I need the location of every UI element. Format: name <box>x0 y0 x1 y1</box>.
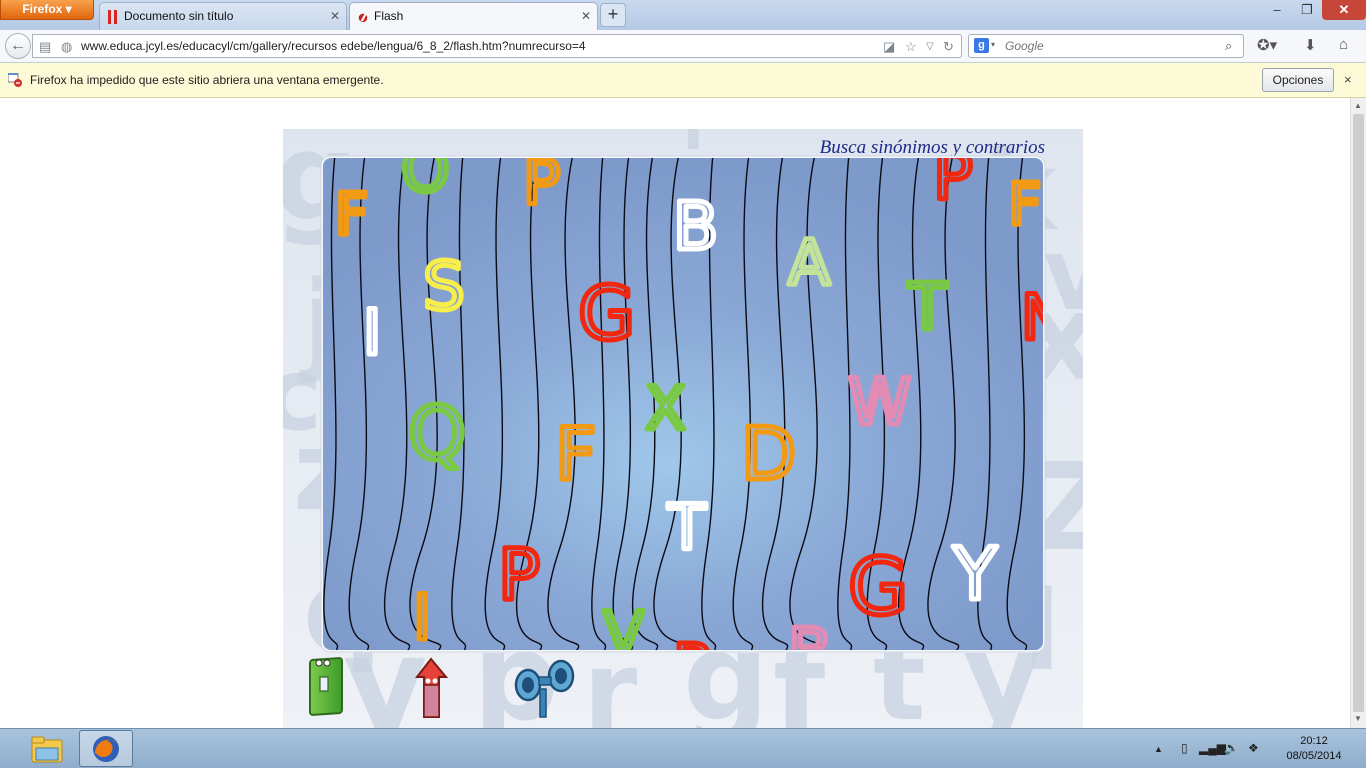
firefox-menu-label: Firefox <box>22 2 63 16</box>
flash-icon <box>358 13 368 23</box>
battery-icon[interactable]: ▯ <box>1181 741 1188 755</box>
globe-icon: ◍ <box>61 39 73 54</box>
bookmarks-menu-icon[interactable]: ✪▾ <box>1257 36 1277 54</box>
exit-door-button[interactable] <box>309 657 343 716</box>
game-letter[interactable]: A <box>786 224 833 302</box>
page-content: gjkxzZyprgftyqlcvi Busca sinónimos y con… <box>0 98 1350 728</box>
taskbar-explorer-button[interactable] <box>20 730 74 767</box>
game-letter[interactable]: Y <box>950 530 1001 619</box>
tab-documento[interactable]: Documento sin título ✕ <box>99 2 347 30</box>
door-icon <box>309 657 343 716</box>
url-bar[interactable]: ▤ ◍ www.educa.jcyl.es/educacyl/cm/galler… <box>32 34 962 58</box>
game-letter[interactable]: W <box>846 364 914 443</box>
game-letter[interactable]: X <box>643 372 689 447</box>
url-text[interactable]: www.educa.jcyl.es/educacyl/cm/gallery/re… <box>81 39 586 53</box>
search-bar[interactable]: g ▾ ⌕ <box>968 34 1244 58</box>
tab-label: Documento sin título <box>124 9 234 23</box>
google-icon[interactable]: g <box>974 38 989 53</box>
scroll-thumb[interactable] <box>1353 114 1364 712</box>
minimize-button[interactable]: – <box>1262 0 1292 20</box>
navigation-toolbar: ▤ ◍ www.educa.jcyl.es/educacyl/cm/galler… <box>0 30 1366 63</box>
clock-time: 20:12 <box>1300 735 1328 747</box>
game-letter[interactable]: D <box>739 410 799 499</box>
pdf-icon <box>108 10 117 24</box>
home-icon[interactable]: ⌂ <box>1339 36 1348 53</box>
options-button[interactable]: Opciones <box>1262 68 1334 92</box>
close-window-button[interactable]: ✕ <box>1322 0 1366 20</box>
search-icon[interactable]: ⌕ <box>1225 38 1232 54</box>
clock-date: 08/05/2014 <box>1286 750 1342 762</box>
notification-text: Firefox ha impedido que este sitio abrie… <box>30 73 384 87</box>
firefox-menu-button[interactable]: Firefox ▾ <box>0 0 94 20</box>
notification-close-icon[interactable]: × <box>1344 72 1352 87</box>
volume-icon[interactable]: 🔈 <box>1224 741 1239 755</box>
reader-icon[interactable]: ◪ <box>883 39 895 55</box>
page-list-icon[interactable]: ▤ <box>39 39 51 55</box>
game-letter[interactable]: I <box>361 294 384 372</box>
game-letter[interactable]: T <box>665 489 710 567</box>
network-icon[interactable]: ▂▄▆ <box>1199 741 1226 755</box>
download-icon[interactable]: ⬇ <box>1304 36 1317 54</box>
game-letter[interactable]: G <box>846 541 911 636</box>
game-letter[interactable]: F <box>553 410 599 499</box>
url-dropdown-icon[interactable]: ▽ <box>926 41 934 52</box>
tab-strip: Firefox ▾ Documento sin título ✕ Flash ✕… <box>0 0 1366 31</box>
reload-icon[interactable]: ↻ <box>943 39 954 55</box>
background-letter: c <box>283 336 322 453</box>
dropbox-icon[interactable]: ❖ <box>1248 741 1259 755</box>
maximize-button[interactable]: ❐ <box>1292 0 1322 20</box>
game-letter[interactable]: Q <box>406 389 469 480</box>
game-letter[interactable]: T <box>905 269 951 348</box>
flash-game[interactable]: gjkxzZyprgftyqlcvi Busca sinónimos y con… <box>283 129 1083 728</box>
taskbar-firefox-button[interactable] <box>79 730 133 767</box>
popup-blocked-icon <box>8 73 22 87</box>
bookmark-star-icon[interactable]: ☆ <box>905 39 917 55</box>
tab-label: Flash <box>374 9 404 23</box>
file-explorer-icon <box>31 736 63 763</box>
game-letter[interactable]: I <box>411 579 434 654</box>
taskbar-clock[interactable]: 20:12 08/05/2014 <box>1284 734 1344 764</box>
game-letter[interactable]: B <box>671 186 721 268</box>
popup-blocked-notification: Firefox ha impedido que este sitio abrie… <box>0 63 1366 98</box>
search-input[interactable] <box>1005 37 1215 55</box>
firefox-icon <box>93 736 119 762</box>
background-letter: v <box>1043 216 1083 333</box>
game-letter[interactable]: S <box>421 246 468 328</box>
show-hidden-icons-icon[interactable]: ▲ <box>1154 744 1163 754</box>
search-engine-dropdown-icon[interactable]: ▾ <box>991 40 995 49</box>
back-button[interactable]: ← <box>5 33 31 59</box>
tab-close-icon[interactable]: ✕ <box>581 9 591 23</box>
vertical-scrollbar[interactable]: ▲ ▼ <box>1350 98 1366 728</box>
game-title: Busca sinónimos y contrarios <box>820 137 1045 158</box>
tab-close-icon[interactable]: ✕ <box>330 9 340 23</box>
game-letter[interactable]: G <box>576 269 638 360</box>
scroll-up-icon[interactable]: ▲ <box>1354 101 1362 110</box>
tab-flash[interactable]: Flash ✕ <box>349 2 598 30</box>
game-letter[interactable]: F <box>333 178 371 251</box>
new-tab-button[interactable]: + <box>600 3 626 27</box>
scroll-down-icon[interactable]: ▼ <box>1354 714 1362 723</box>
taskbar: ▲ ▯ ▂▄▆ 🔈 ❖ 20:12 08/05/2014 <box>0 728 1366 768</box>
game-letter[interactable]: P <box>496 532 543 619</box>
game-letter[interactable]: F <box>1006 168 1044 241</box>
